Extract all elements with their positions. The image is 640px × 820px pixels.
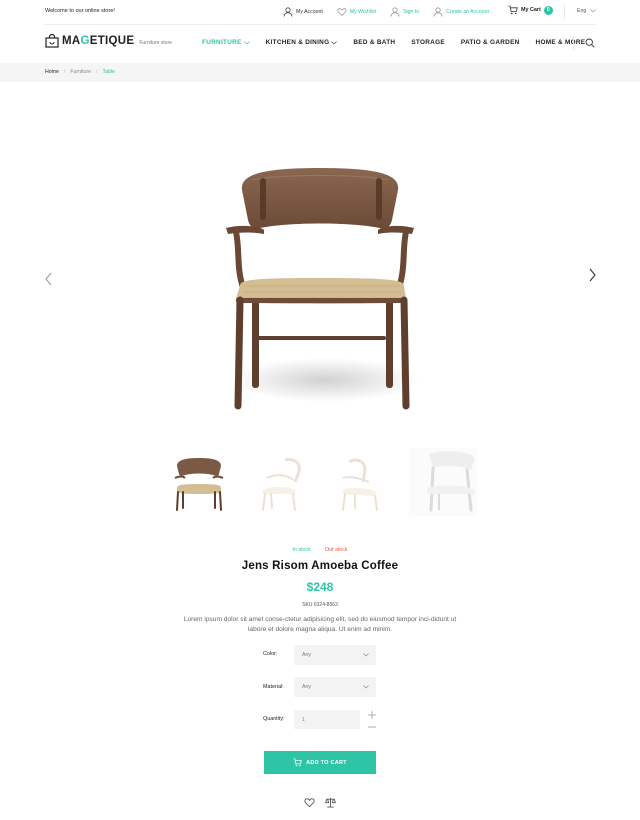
product-price: $248	[306, 580, 334, 594]
mini-cart[interactable]: My Cart 0	[508, 5, 553, 15]
my-wishlist-link[interactable]: My Wishlist	[337, 7, 376, 17]
chevron-down-icon	[331, 40, 338, 44]
product-sku: SKU 6324-8563	[302, 602, 338, 608]
breadcrumb-bar: Home / Furniture / Table	[0, 63, 640, 82]
welcome-text: Welcome to our online store!	[45, 8, 115, 14]
cart-icon	[508, 5, 518, 15]
chevron-down-icon	[363, 685, 369, 689]
search-icon[interactable]	[585, 38, 595, 48]
my-wishlist-label: My Wishlist	[349, 9, 377, 15]
color-select-value: Any	[302, 652, 311, 658]
create-account-label: Create an Account	[446, 9, 489, 15]
main-nav: FURNITURE KITCHEN & DINING BED & BATH ST…	[202, 39, 601, 46]
shopping-bag-icon	[45, 34, 59, 48]
logo-suffix: ETIQUE	[89, 35, 135, 47]
nav-item-label: STORAGE	[411, 39, 445, 46]
nav-item-bed-bath[interactable]: BED & BATH	[353, 39, 395, 46]
material-select-value: Any	[302, 684, 311, 690]
breadcrumb-furniture[interactable]: Furniture	[70, 69, 91, 75]
chevron-down-icon	[590, 9, 596, 13]
logo-prefix: MA	[62, 35, 81, 47]
nav-item-furniture[interactable]: FURNITURE	[202, 39, 250, 46]
breadcrumb-separator: /	[96, 69, 98, 75]
cart-count-badge: 0	[543, 5, 553, 15]
nav-item-home-more[interactable]: HOME & MORE	[536, 39, 586, 46]
nav-item-kitchen-dining[interactable]: KITCHEN & DINING	[266, 39, 338, 46]
nav-item-label: KITCHEN & DINING	[265, 39, 330, 46]
sign-in-link[interactable]: Sign In	[390, 7, 419, 17]
quantity-input[interactable]: 1	[294, 710, 360, 729]
chevron-down-icon	[243, 40, 250, 44]
breadcrumb: Home / Furniture / Table	[45, 69, 115, 75]
heart-icon	[337, 8, 347, 17]
my-account-link[interactable]: My Account	[283, 7, 323, 17]
product-description: Lorem ipsum dolor sit amet conse-ctetur …	[183, 616, 457, 633]
nav-item-label: HOME & MORE	[535, 39, 586, 46]
stock-status: In stock Out stock	[0, 547, 640, 553]
my-account-label: My Account	[296, 9, 323, 15]
thumbnail-strip	[165, 448, 477, 516]
breadcrumb-home[interactable]: Home	[45, 69, 59, 75]
nav-divider	[573, 36, 574, 50]
language-label: Eng	[577, 8, 587, 14]
thumbnail-image[interactable]	[245, 448, 313, 516]
thumbnail-image[interactable]	[409, 448, 477, 516]
header-divider	[45, 24, 595, 25]
thumbnail-image[interactable]	[325, 448, 393, 516]
quantity-value: 1	[302, 716, 305, 723]
material-select[interactable]: Any	[294, 677, 376, 697]
color-select[interactable]: Any	[294, 645, 376, 665]
chevron-down-icon	[363, 653, 369, 657]
quantity-label: Quantity:	[263, 716, 285, 722]
account-links: My Account My Wishlist Sign In Create an…	[283, 5, 503, 19]
cart-label: My Cart	[521, 7, 541, 13]
breadcrumb-separator: /	[63, 69, 66, 75]
topbar-divider	[564, 5, 565, 19]
breadcrumb-current: Table	[102, 69, 115, 75]
product-main-image	[226, 168, 420, 410]
add-to-cart-label: ADD TO CART	[306, 759, 347, 766]
thumbnail-image[interactable]	[165, 448, 233, 516]
material-label: Material:	[263, 684, 284, 690]
nav-item-label: PATIO & GARDEN	[460, 39, 520, 46]
logo-accent: G	[80, 35, 90, 47]
nav-item-storage[interactable]: STORAGE	[411, 39, 445, 46]
logo-tagline: Furniture store	[139, 40, 172, 46]
cart-icon	[293, 758, 303, 767]
nav-item-label: BED & BATH	[353, 39, 396, 46]
plus-icon[interactable]	[367, 710, 377, 720]
chevron-right-icon[interactable]	[587, 268, 597, 282]
create-account-link[interactable]: Create an Account	[433, 7, 489, 17]
user-icon	[390, 7, 400, 17]
nav-item-label: FURNITURE	[202, 39, 242, 46]
product-title: Jens Risom Amoeba Coffee	[241, 560, 399, 572]
nav-item-patio-garden[interactable]: PATIO & GARDEN	[461, 39, 520, 46]
sign-in-label: Sign In	[403, 9, 420, 15]
language-selector[interactable]: Eng	[577, 8, 596, 14]
top-bar: Welcome to our online store! My Account …	[0, 0, 640, 24]
user-add-icon	[433, 7, 443, 17]
in-stock-label: In stock	[292, 547, 311, 553]
user-icon	[283, 7, 293, 17]
logo-wordmark: MAGETIQUE	[62, 34, 134, 48]
compare-icon[interactable]	[325, 797, 336, 808]
chevron-left-icon[interactable]	[44, 272, 54, 286]
add-to-cart-button[interactable]: ADD TO CART	[264, 751, 376, 774]
color-label: Color:	[263, 651, 278, 657]
out-stock-label: Out stock	[324, 547, 348, 553]
site-logo[interactable]: MAGETIQUE Furniture store	[45, 34, 172, 48]
minus-icon[interactable]	[367, 722, 377, 732]
heart-icon[interactable]	[304, 797, 315, 808]
